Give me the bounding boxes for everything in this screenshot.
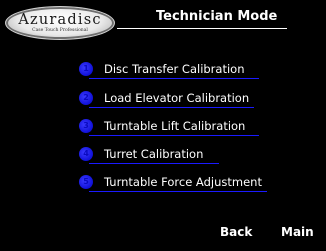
- menu-item-label: Turntable Lift Calibration: [104, 119, 246, 133]
- menu-item-label: Disc Transfer Calibration: [104, 62, 245, 76]
- menu-item-underline: [89, 78, 259, 79]
- bullet-number: 4: [83, 149, 89, 158]
- menu-item-label: Load Elevator Calibration: [104, 91, 250, 105]
- bullet-number-icon: 2: [79, 91, 93, 105]
- bullet-number: 5: [83, 177, 89, 186]
- menu-item-underline: [89, 135, 259, 136]
- menu-item-underline: [89, 107, 254, 108]
- bullet-number-icon: 1: [79, 62, 93, 76]
- menu-item-label: Turntable Force Adjustment: [104, 175, 262, 189]
- bullet-number: 1: [83, 64, 89, 73]
- menu-item-label: Turret Calibration: [104, 147, 204, 161]
- bullet-number: 2: [83, 93, 89, 102]
- menu-item-underline: [89, 191, 267, 192]
- technician-mode-screen: Azuradisc Case Touch Professional Techni…: [0, 0, 326, 251]
- bullet-number-icon: 4: [79, 147, 93, 161]
- menu-item-underline: [89, 163, 219, 164]
- main-button[interactable]: Main: [281, 225, 314, 239]
- back-button[interactable]: Back: [220, 225, 252, 239]
- bullet-number-icon: 5: [79, 175, 93, 189]
- calibration-menu: 1 Disc Transfer Calibration 2 Load Eleva…: [0, 0, 326, 251]
- bullet-number: 3: [83, 121, 89, 130]
- bullet-number-icon: 3: [79, 119, 93, 133]
